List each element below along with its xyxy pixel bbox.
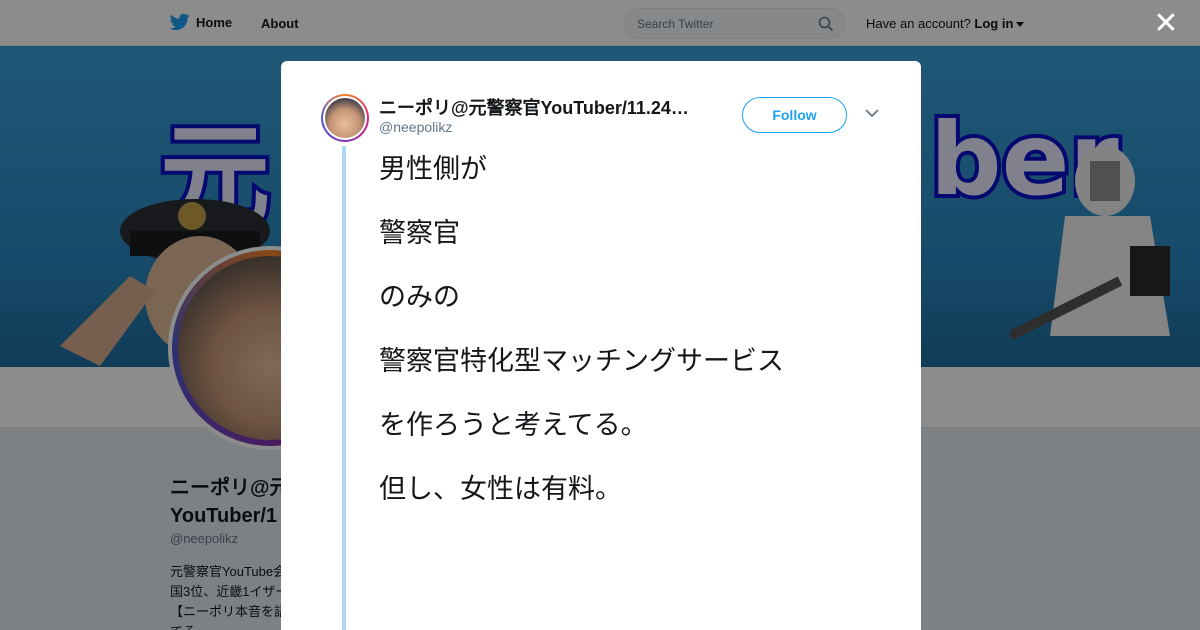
chevron-down-icon[interactable] <box>865 108 879 118</box>
follow-button[interactable]: Follow <box>742 97 847 133</box>
close-icon[interactable]: ✕ <box>1152 9 1180 39</box>
author-name[interactable]: ニーポリ@元警察官YouTuber/11.24… <box>379 94 699 120</box>
tweet-line: 男性側が <box>379 154 487 185</box>
author-handle[interactable]: @neepolikz <box>379 119 452 135</box>
tweet-line: のみの <box>379 282 460 313</box>
tweet-line: 但し、女性は有料。 <box>379 474 622 505</box>
tweet-line: を作ろうと考えてる。 <box>379 410 648 441</box>
tweet-text: 男性側が 警察官 のみの 警察官特化型マッチングサービス を作ろうと考えてる。 … <box>379 152 784 536</box>
thread-line <box>342 146 346 630</box>
tweet-modal: ニーポリ@元警察官YouTuber/11.24… @neepolikz Foll… <box>281 61 921 630</box>
tweet-line: 警察官特化型マッチングサービス <box>379 346 784 377</box>
tweet-line: 警察官 <box>379 218 460 249</box>
author-avatar[interactable] <box>321 94 369 142</box>
